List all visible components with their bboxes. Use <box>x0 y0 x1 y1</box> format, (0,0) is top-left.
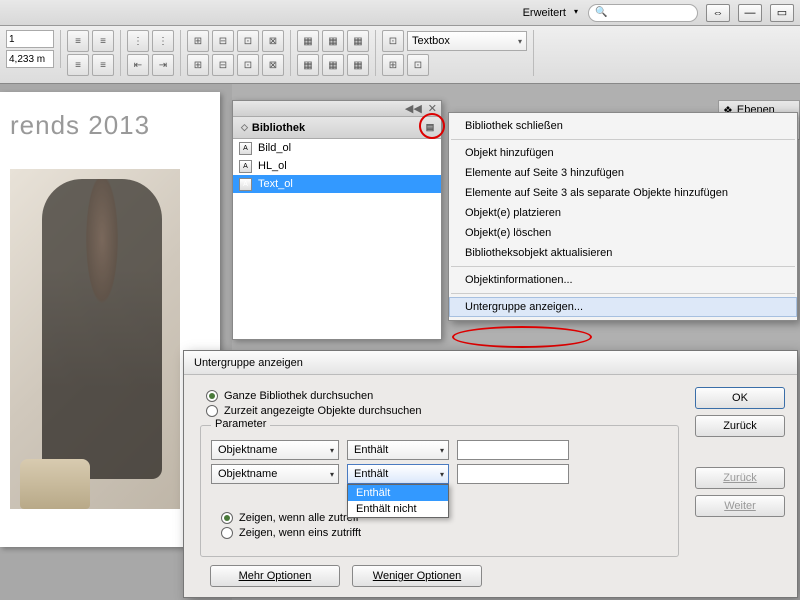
op-dropdown-1[interactable]: Enthält <box>347 440 449 460</box>
wrap-a-button[interactable]: ▦ <box>297 30 319 52</box>
radio-icon <box>221 527 233 539</box>
frame-icon[interactable]: ⊡ <box>382 30 404 52</box>
op-dropdown-2[interactable]: Enthält <box>347 464 449 484</box>
distribute-f-button[interactable]: ⊟ <box>212 54 234 76</box>
collapse-icon[interactable]: ◀◀ <box>405 102 422 115</box>
arrange-icon: ⇔ <box>713 7 724 19</box>
radio-icon <box>206 405 218 417</box>
field-dropdown-2[interactable]: Objektname <box>211 464 339 484</box>
asset-icon: A <box>239 178 252 191</box>
op-dropdown-2-list[interactable]: EnthältEnthält nicht <box>347 484 449 518</box>
param-row-2: Objektname Enthält EnthältEnthält nicht <box>211 464 668 484</box>
wrap-e-button[interactable]: ▦ <box>322 54 344 76</box>
ok-button[interactable]: OK <box>695 387 785 409</box>
radio-icon <box>206 390 218 402</box>
search-icon: 🔍 <box>595 7 607 18</box>
panel-flyout-menu: Bibliothek schließenObjekt hinzufügenEle… <box>448 112 798 321</box>
distribute-e-button[interactable]: ⊞ <box>187 54 209 76</box>
value-input-1[interactable] <box>457 440 569 460</box>
distribute-d-button[interactable]: ⊠ <box>262 30 284 52</box>
library-item[interactable]: A Bild_ol <box>233 139 441 157</box>
parameter-fieldset: Parameter Objektname Enthält Objektname … <box>200 425 679 557</box>
scope-all-radio[interactable]: Ganze Bibliothek durchsuchen <box>206 390 683 402</box>
extra-b-button[interactable]: ⊡ <box>407 54 429 76</box>
page-headline: rends 2013 <box>10 110 210 141</box>
more-options-button[interactable]: Mehr Optionen <box>210 565 340 587</box>
indent-right-button[interactable]: ⇥ <box>152 54 174 76</box>
dropdown-option[interactable]: Enthält <box>348 485 448 501</box>
arrange-button[interactable]: ⇔ <box>706 4 730 22</box>
menu-item[interactable]: Bibliotheksobjekt aktualisieren <box>449 243 797 263</box>
panel-tabbar[interactable]: ◀◀ ✕ <box>233 101 441 117</box>
menu-item[interactable]: Objekt(e) löschen <box>449 223 797 243</box>
library-item[interactable]: A HL_ol <box>233 157 441 175</box>
library-item-label: Text_ol <box>258 178 293 190</box>
minimize-button[interactable]: — <box>738 4 762 22</box>
scope-current-radio[interactable]: Zurzeit angezeigte Objekte durchsuchen <box>206 405 683 417</box>
library-item[interactable]: A Text_ol <box>233 175 441 193</box>
library-panel-tab[interactable]: Bibliothek ▤ <box>233 117 441 139</box>
object-style-combo[interactable]: Textbox <box>407 31 527 51</box>
placed-image <box>10 169 180 509</box>
panel-flyout-button[interactable]: ▤ <box>421 119 439 135</box>
extra-a-button[interactable]: ⊞ <box>382 54 404 76</box>
asset-icon: A <box>239 160 252 173</box>
align-center-button[interactable]: ≡ <box>92 30 114 52</box>
subgroup-dialog: Untergruppe anzeigen Ganze Bibliothek du… <box>183 350 798 598</box>
workspace-selector[interactable]: Erweitert <box>519 5 580 21</box>
library-item-label: Bild_ol <box>258 142 291 154</box>
menu-item[interactable]: Bibliothek schließen <box>449 116 797 136</box>
maximize-button[interactable]: ▭ <box>770 4 794 22</box>
radio-icon <box>221 512 233 524</box>
close-icon[interactable]: ✕ <box>428 102 437 115</box>
prev-button: Zurück <box>695 467 785 489</box>
maximize-icon: ▭ <box>777 6 787 19</box>
distribute-c-button[interactable]: ⊡ <box>237 30 259 52</box>
menu-item[interactable]: Objekt(e) platzieren <box>449 203 797 223</box>
menu-item[interactable]: Elemente auf Seite 3 hinzufügen <box>449 163 797 183</box>
library-list[interactable]: A Bild_ol A HL_ol A Text_ol <box>233 139 441 339</box>
columns-input[interactable] <box>6 30 54 48</box>
menu-item[interactable]: Elemente auf Seite 3 als separate Objekt… <box>449 183 797 203</box>
distribute-b-button[interactable]: ⊟ <box>212 30 234 52</box>
wrap-b-button[interactable]: ▦ <box>322 30 344 52</box>
param-row-1: Objektname Enthält <box>211 440 668 460</box>
next-button: Weiter <box>695 495 785 517</box>
wrap-f-button[interactable]: ▦ <box>347 54 369 76</box>
library-item-label: HL_ol <box>258 160 287 172</box>
list-number-button[interactable]: ⋮ <box>152 30 174 52</box>
distribute-g-button[interactable]: ⊡ <box>237 54 259 76</box>
distribute-a-button[interactable]: ⊞ <box>187 30 209 52</box>
control-toolbar: ≡ ≡ ≡ ≡ ⋮ ⋮ ⇤ ⇥ ⊞ ⊟ ⊡ ⊠ ⊞ ⊟ ⊡ ⊠ <box>0 26 800 84</box>
align-justify-button[interactable]: ≡ <box>92 54 114 76</box>
asset-icon: A <box>239 142 252 155</box>
menu-item[interactable]: Untergruppe anzeigen... <box>449 297 797 317</box>
menu-item[interactable]: Objekt hinzufügen <box>449 143 797 163</box>
value-input-2[interactable] <box>457 464 569 484</box>
list-bullet-button[interactable]: ⋮ <box>127 30 149 52</box>
search-field[interactable]: 🔍 <box>588 4 698 22</box>
align-right-button[interactable]: ≡ <box>67 54 89 76</box>
back-button[interactable]: Zurück <box>695 415 785 437</box>
fewer-options-button[interactable]: Weniger Optionen <box>352 565 482 587</box>
indent-left-button[interactable]: ⇤ <box>127 54 149 76</box>
distribute-h-button[interactable]: ⊠ <box>262 54 284 76</box>
dropdown-option[interactable]: Enthält nicht <box>348 501 448 517</box>
measure-input[interactable] <box>6 50 54 68</box>
wrap-c-button[interactable]: ▦ <box>347 30 369 52</box>
library-panel: ◀◀ ✕ Bibliothek ▤ A Bild_ol A HL_ol A Text_ol <box>232 100 442 340</box>
app-titlebar: Erweitert 🔍 ⇔ — ▭ <box>0 0 800 26</box>
minimize-icon: — <box>745 7 756 19</box>
wrap-d-button[interactable]: ▦ <box>297 54 319 76</box>
menu-item[interactable]: Objektinformationen... <box>449 270 797 290</box>
field-dropdown-1[interactable]: Objektname <box>211 440 339 460</box>
fieldset-legend: Parameter <box>211 418 270 430</box>
match-any-radio[interactable]: Zeigen, wenn eins zutrifft <box>221 527 668 539</box>
align-left-button[interactable]: ≡ <box>67 30 89 52</box>
dialog-titlebar[interactable]: Untergruppe anzeigen <box>184 351 797 375</box>
